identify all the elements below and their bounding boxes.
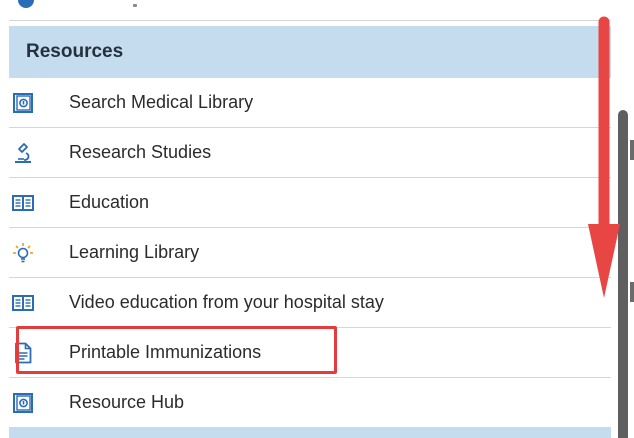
section-title: Resources <box>26 41 124 62</box>
next-section-header-partial <box>9 427 611 438</box>
menu-item-label: Research Studies <box>69 142 212 162</box>
resources-panel: Resources Search Medical Library Researc… <box>9 0 611 438</box>
menu-item-label: Education <box>69 192 150 212</box>
library-book-icon <box>13 392 33 413</box>
partial-icon <box>18 0 34 8</box>
menu-item-label: Video education from your hospital stay <box>69 292 384 312</box>
edge-mark <box>630 140 634 160</box>
menu-item-label: Resource Hub <box>69 392 185 412</box>
menu-item-resource-hub[interactable]: Resource Hub <box>9 378 611 428</box>
microscope-icon <box>15 142 31 163</box>
open-book-icon <box>12 294 34 311</box>
menu-item-learning-library[interactable]: Learning Library <box>9 228 611 278</box>
highlight-box <box>16 326 337 374</box>
edge-mark <box>630 282 634 302</box>
menu-item-label: Learning Library <box>69 242 200 262</box>
screenshot-stage: Resources Search Medical Library Researc… <box>0 0 634 438</box>
library-book-icon <box>13 92 33 113</box>
previous-item-partial <box>9 0 611 21</box>
resources-list: Search Medical Library Research Studies <box>9 78 611 428</box>
menu-item-label: Search Medical Library <box>69 92 254 112</box>
menu-item-research-studies[interactable]: Research Studies <box>9 128 611 178</box>
open-book-icon <box>12 194 34 211</box>
menu-item-search-medical-library[interactable]: Search Medical Library <box>9 78 611 128</box>
scroll-down-arrow-annotation <box>588 16 620 298</box>
section-header-resources: Resources <box>9 26 611 78</box>
menu-item-video-education[interactable]: Video education from your hospital stay <box>9 278 611 328</box>
partial-text-fragment <box>133 4 137 7</box>
menu-item-education[interactable]: Education <box>9 178 611 228</box>
lightbulb-icon <box>13 242 33 262</box>
